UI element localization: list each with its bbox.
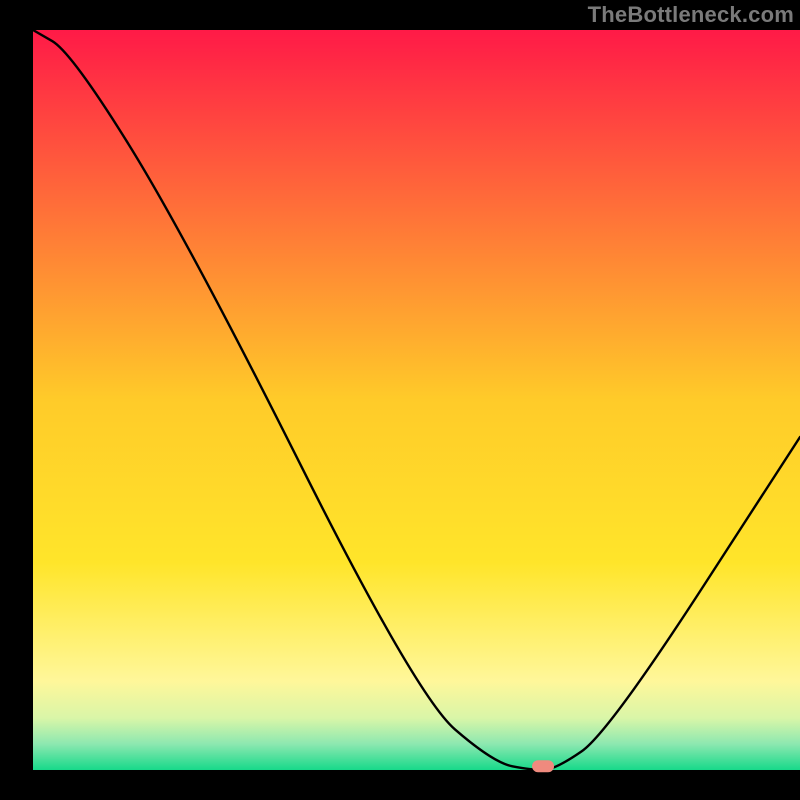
plot-background <box>33 30 800 770</box>
attribution-label: TheBottleneck.com <box>588 2 794 28</box>
bottleneck-chart <box>0 0 800 800</box>
chart-frame: TheBottleneck.com <box>0 0 800 800</box>
current-marker <box>532 760 554 772</box>
